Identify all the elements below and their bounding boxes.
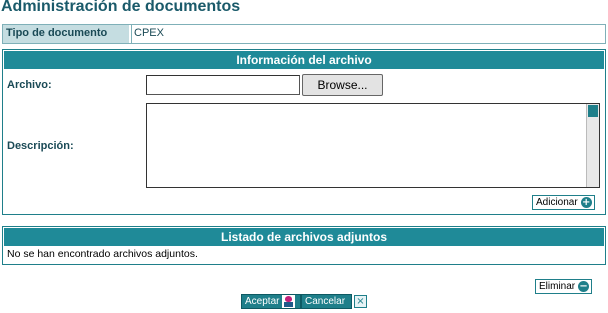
description-scrollbar[interactable] (586, 104, 599, 187)
document-type-label: Tipo de documento (3, 25, 131, 43)
cancel-button[interactable]: Cancelar (301, 294, 352, 309)
file-info-panel: Información del archivo Archivo: Browse.… (2, 49, 606, 215)
browse-button[interactable]: Browse... (302, 74, 383, 96)
file-label: Archivo: (7, 79, 52, 91)
plus-circle-icon: + (580, 197, 592, 208)
add-button-label: Adicionar (536, 197, 578, 208)
user-icon (282, 295, 296, 308)
close-box-icon[interactable]: × (354, 295, 367, 308)
cancel-button-label: Cancelar (305, 296, 346, 307)
accept-button[interactable]: Aceptar (241, 294, 301, 309)
page-title: Administración de documentos (1, 0, 241, 15)
delete-button-label: Eliminar (539, 281, 576, 292)
description-label: Descripción: (7, 140, 74, 152)
file-info-header: Información del archivo (4, 51, 604, 69)
accept-button-label: Aceptar (245, 296, 280, 307)
attachments-header: Listado de archivos adjuntos (4, 228, 604, 246)
document-type-value: CPEX (131, 25, 605, 43)
description-textarea[interactable] (146, 103, 600, 188)
attachments-panel: Listado de archivos adjuntos No se han e… (2, 226, 606, 265)
attachments-empty-message: No se han encontrado archivos adjuntos. (7, 248, 198, 260)
document-type-row: Tipo de documento CPEX (2, 24, 606, 44)
minus-circle-icon: − (578, 281, 590, 292)
delete-button[interactable]: Eliminar − (535, 279, 593, 294)
scroll-thumb[interactable] (588, 105, 598, 117)
file-path-input[interactable] (146, 75, 300, 95)
add-button[interactable]: Adicionar + (532, 195, 595, 210)
